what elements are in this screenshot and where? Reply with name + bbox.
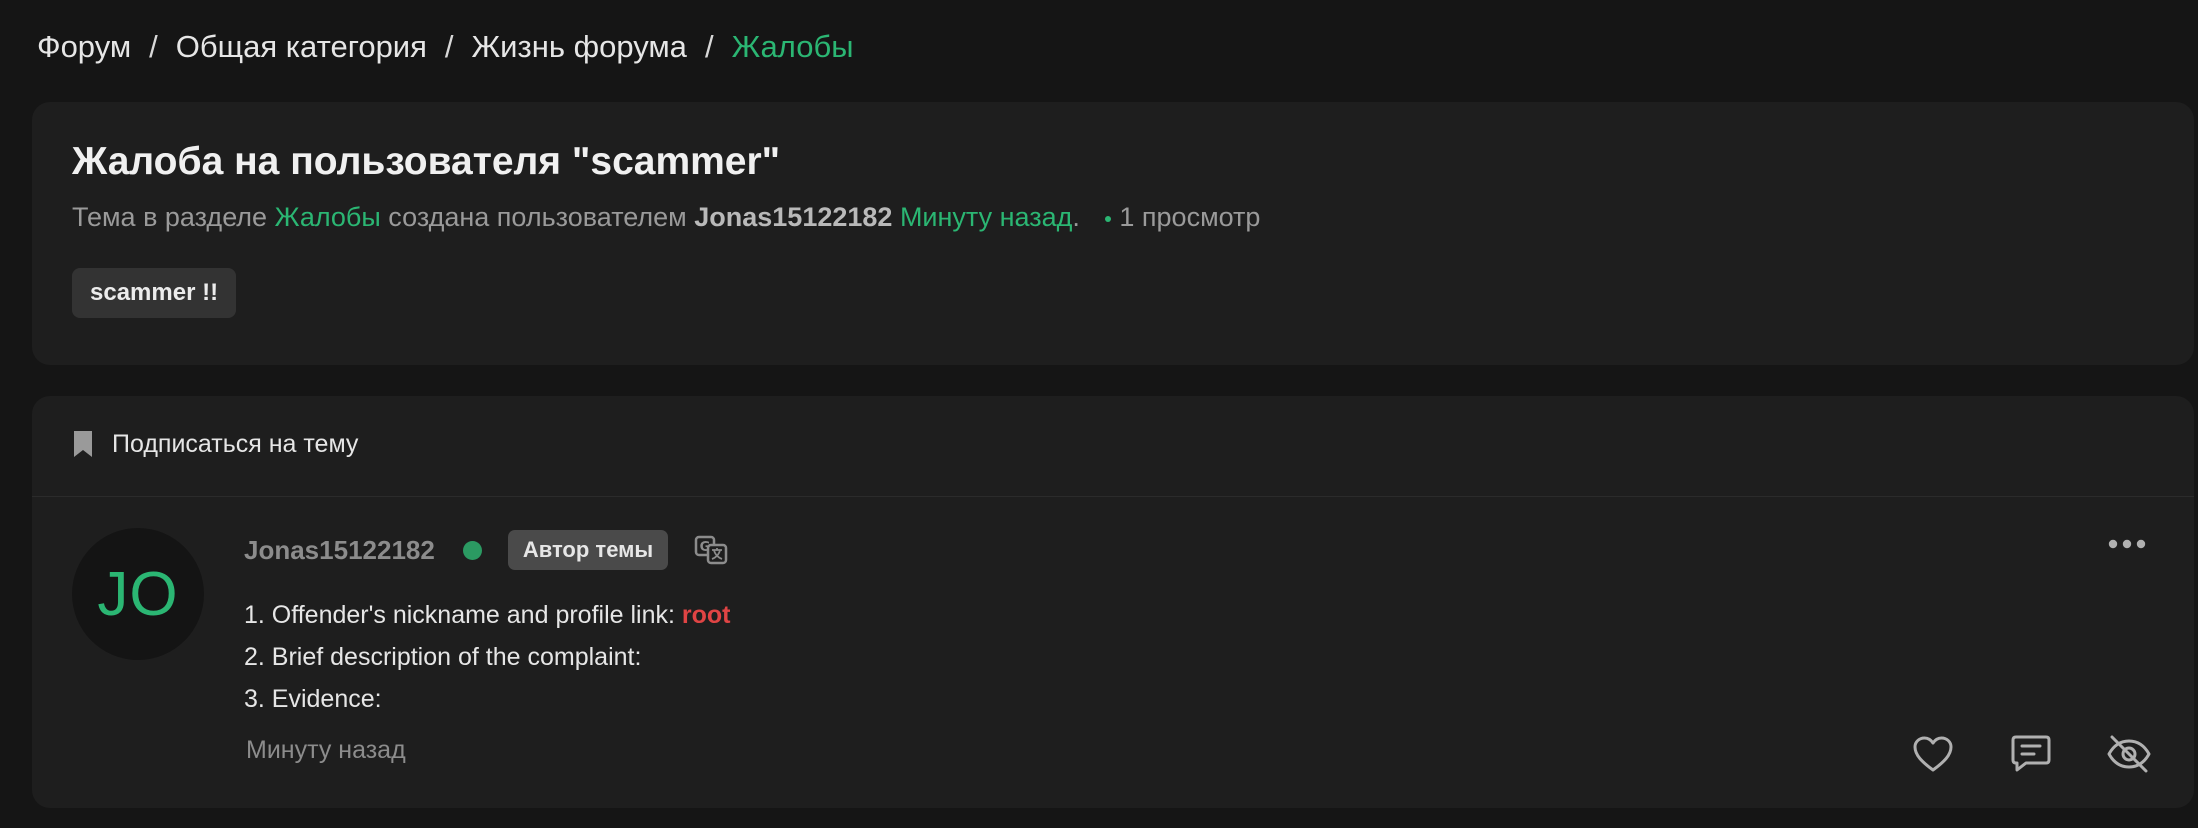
- subscribe-label: Подписаться на тему: [112, 429, 359, 458]
- meta-period: .: [1072, 202, 1080, 232]
- translate-icon[interactable]: G: [694, 535, 728, 565]
- divider: [32, 496, 2194, 497]
- like-button[interactable]: [1908, 729, 1958, 779]
- comment-icon: [2011, 735, 2051, 772]
- bookmark-icon: [74, 431, 92, 457]
- more-dots-icon[interactable]: [2108, 536, 2146, 554]
- offender-link[interactable]: root: [682, 601, 731, 629]
- heart-icon: [1913, 736, 1953, 772]
- meta-dot: [1105, 215, 1112, 222]
- breadcrumb-separator: /: [704, 29, 714, 64]
- subscribe-button[interactable]: Подписаться на тему: [72, 424, 358, 464]
- thread-created-time[interactable]: Минуту назад: [900, 202, 1072, 232]
- hide-button[interactable]: [2104, 729, 2154, 779]
- breadcrumb-forum-life[interactable]: Жизнь форума: [472, 29, 687, 65]
- section-link[interactable]: Жалобы: [275, 202, 381, 232]
- post-line-text: 1. Offender's nickname and profile link:: [244, 601, 682, 629]
- meta-mid: создана пользователем: [380, 202, 695, 232]
- thread-title: Жалоба на пользователя "scammer": [72, 140, 781, 183]
- thread-meta: Тема в разделе Жалобы создана пользовате…: [72, 202, 1260, 233]
- post-line-2: 2. Brief description of the complaint:: [244, 643, 642, 671]
- post-time[interactable]: Минуту назад: [246, 736, 406, 765]
- online-status-dot: [462, 540, 482, 560]
- breadcrumb-forum[interactable]: Форум: [37, 29, 131, 65]
- breadcrumb-separator: /: [444, 29, 454, 64]
- author-badge: Автор темы: [507, 530, 669, 570]
- post-body: 1. Offender's nickname and profile link:…: [244, 594, 731, 720]
- avatar[interactable]: JO: [72, 528, 204, 660]
- thread-header-card: Жалоба на пользователя "scammer" Тема в …: [32, 102, 2194, 365]
- thread-author-link[interactable]: Jonas15122182: [694, 202, 892, 232]
- views-count: 1 просмотр: [1119, 202, 1261, 232]
- meta-prefix: Тема в разделе: [72, 202, 275, 232]
- post-line-1: 1. Offender's nickname and profile link:…: [244, 594, 731, 636]
- eye-off-icon: [2107, 735, 2151, 773]
- breadcrumb-complaints[interactable]: Жалобы: [732, 29, 854, 65]
- post-line-3: 3. Evidence:: [244, 685, 382, 713]
- post-card: Подписаться на тему JO Jonas15122182 Авт…: [32, 396, 2194, 808]
- breadcrumb-general-category[interactable]: Общая категория: [176, 29, 427, 65]
- post-actions: [1860, 729, 2154, 779]
- breadcrumb-separator: /: [149, 29, 158, 64]
- breadcrumb: Форум / Общая категория / Жизнь форума /…: [37, 24, 854, 70]
- post-author-row: Jonas15122182 Автор темы G: [244, 528, 728, 572]
- post-username[interactable]: Jonas15122182: [244, 535, 435, 566]
- thread-tag[interactable]: scammer !!: [72, 268, 237, 318]
- reply-button[interactable]: [2006, 729, 2056, 779]
